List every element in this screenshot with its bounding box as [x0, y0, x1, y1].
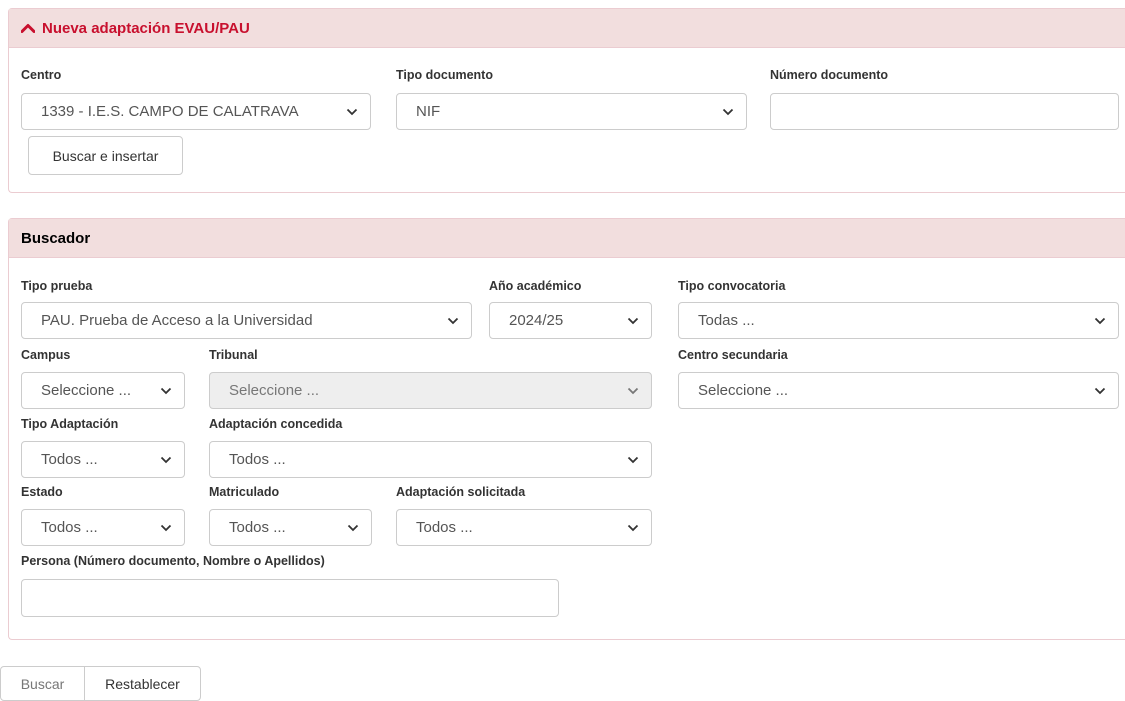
centro-label: Centro [21, 68, 62, 82]
tipo-convocatoria-select[interactable]: Todas ... [678, 302, 1119, 339]
anio-academico-label: Año académico [489, 279, 582, 293]
chevron-down-icon [627, 456, 639, 463]
matriculado-value: Todos ... [229, 519, 286, 536]
matriculado-label: Matriculado [209, 485, 280, 499]
campus-select[interactable]: Seleccione ... [21, 372, 185, 409]
centro-select-value: 1339 - I.E.S. CAMPO DE CALATRAVA [41, 103, 299, 120]
tipo-prueba-select[interactable]: PAU. Prueba de Acceso a la Universidad [21, 302, 472, 339]
chevron-down-icon [627, 387, 639, 394]
chevron-down-icon [346, 108, 358, 115]
tipo-convocatoria-value: Todas ... [698, 312, 755, 329]
chevron-down-icon [347, 524, 359, 531]
chevron-down-icon [722, 108, 734, 115]
buscar-button[interactable]: Buscar [0, 666, 85, 701]
tipo-adaptacion-select[interactable]: Todos ... [21, 441, 185, 478]
tribunal-value: Seleccione ... [229, 382, 320, 399]
chevron-down-icon [447, 317, 459, 324]
tipo-prueba-label: Tipo prueba [21, 279, 93, 293]
tipo-documento-select[interactable]: NIF [396, 93, 747, 130]
estado-value: Todos ... [41, 519, 98, 536]
centro-secundaria-value: Seleccione ... [698, 382, 789, 399]
estado-label: Estado [21, 485, 63, 499]
adaptacion-solicitada-select[interactable]: Todos ... [396, 509, 652, 546]
new-adaptation-title: Nueva adaptación EVAU/PAU [42, 19, 250, 37]
adaptacion-concedida-value: Todos ... [229, 451, 286, 468]
adaptacion-concedida-label: Adaptación concedida [209, 417, 343, 431]
adaptacion-concedida-select[interactable]: Todos ... [209, 441, 652, 478]
new-adaptation-panel: Nueva adaptación EVAU/PAU Centro 1339 - … [8, 8, 1125, 193]
numero-documento-input[interactable] [770, 93, 1119, 130]
adaptacion-solicitada-label: Adaptación solicitada [396, 485, 526, 499]
chevron-down-icon [160, 524, 172, 531]
campus-value: Seleccione ... [41, 382, 132, 399]
numero-documento-label: Número documento [770, 68, 889, 82]
chevron-down-icon [160, 456, 172, 463]
search-panel: Buscador Tipo prueba PAU. Prueba de Acce… [8, 218, 1125, 640]
chevron-up-icon [21, 24, 35, 33]
centro-select[interactable]: 1339 - I.E.S. CAMPO DE CALATRAVA [21, 93, 371, 130]
persona-label: Persona (Número documento, Nombre o Apel… [21, 554, 325, 568]
chevron-down-icon [1094, 317, 1106, 324]
anio-academico-select[interactable]: 2024/25 [489, 302, 652, 339]
buscar-insertar-button[interactable]: Buscar e insertar [28, 136, 183, 175]
tipo-convocatoria-label: Tipo convocatoria [678, 279, 786, 293]
tipo-prueba-value: PAU. Prueba de Acceso a la Universidad [41, 312, 313, 329]
tipo-adaptacion-value: Todos ... [41, 451, 98, 468]
estado-select[interactable]: Todos ... [21, 509, 185, 546]
persona-input[interactable] [21, 579, 559, 617]
chevron-down-icon [627, 524, 639, 531]
chevron-down-icon [160, 387, 172, 394]
chevron-down-icon [1094, 387, 1106, 394]
tribunal-label: Tribunal [209, 348, 258, 362]
restablecer-button[interactable]: Restablecer [84, 666, 201, 701]
new-adaptation-header[interactable]: Nueva adaptación EVAU/PAU [9, 9, 1125, 48]
anio-academico-value: 2024/25 [509, 312, 564, 329]
tipo-adaptacion-label: Tipo Adaptación [21, 417, 119, 431]
chevron-down-icon [627, 317, 639, 324]
matriculado-select[interactable]: Todos ... [209, 509, 372, 546]
adaptacion-solicitada-value: Todos ... [416, 519, 473, 536]
tribunal-select: Seleccione ... [209, 372, 652, 409]
search-header: Buscador [9, 219, 1125, 258]
centro-secundaria-select[interactable]: Seleccione ... [678, 372, 1119, 409]
centro-secundaria-label: Centro secundaria [678, 348, 788, 362]
campus-label: Campus [21, 348, 71, 362]
tipo-documento-value: NIF [416, 103, 441, 120]
search-title: Buscador [21, 229, 91, 247]
tipo-documento-label: Tipo documento [396, 68, 493, 82]
